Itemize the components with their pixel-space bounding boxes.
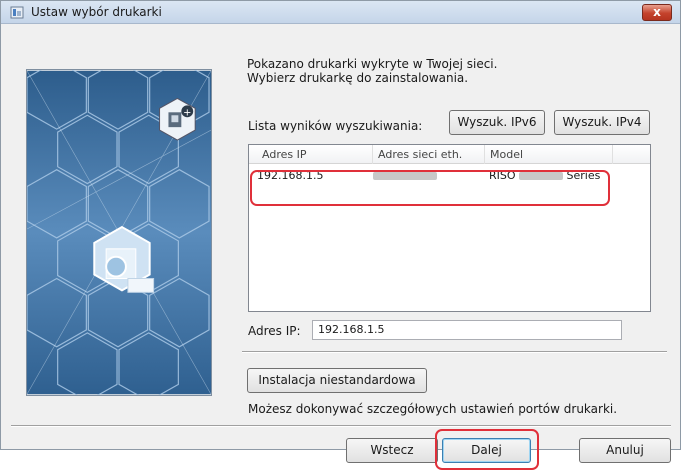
printer-setup-dialog: Ustaw wybór drukarki x + Pokazano drukar… <box>0 0 681 470</box>
window-title: Ustaw wybór drukarki <box>31 5 162 19</box>
cancel-button[interactable]: Anuluj <box>579 438 671 463</box>
intro-line-2: Wybierz drukarkę do zainstalowania. <box>247 71 469 85</box>
footer-divider <box>11 425 671 427</box>
custom-install-description: Możesz dokonywać szczegółowych ustawień … <box>248 402 618 416</box>
custom-install-button[interactable]: Instalacja niestandardowa <box>247 368 427 393</box>
column-header-mac[interactable]: Adres sieci eth. <box>373 145 485 164</box>
list-header: Adres IP Adres sieci eth. Model <box>249 145 650 164</box>
back-button[interactable]: Wstecz <box>346 438 438 463</box>
ip-address-input[interactable]: 192.168.1.5 <box>312 320 622 340</box>
network-hexagon-illustration: + <box>26 69 212 396</box>
close-button[interactable]: x <box>642 4 672 21</box>
ip-address-label: Adres IP: <box>248 324 301 338</box>
dialog-body: + Pokazano drukarki wykryte w Twojej sie… <box>1 24 680 470</box>
intro-text: Pokazano drukarki wykryte w Twojej sieci… <box>247 57 497 85</box>
search-results-label: Lista wyników wyszukiwania: <box>248 119 423 133</box>
column-header-ip[interactable]: Adres IP <box>257 145 373 164</box>
search-ipv4-button[interactable]: Wyszuk. IPv4 <box>554 110 650 135</box>
section-divider <box>242 351 667 353</box>
row-highlight-marker <box>250 170 610 206</box>
search-ipv6-button[interactable]: Wyszuk. IPv6 <box>449 110 545 135</box>
close-icon: x <box>653 5 661 19</box>
intro-line-1: Pokazano drukarki wykryte w Twojej sieci… <box>247 57 498 71</box>
title-bar[interactable]: Ustaw wybór drukarki x <box>1 1 680 24</box>
column-header-model[interactable]: Model <box>485 145 613 164</box>
svg-text:+: + <box>183 107 191 118</box>
printer-setup-icon <box>10 6 24 19</box>
